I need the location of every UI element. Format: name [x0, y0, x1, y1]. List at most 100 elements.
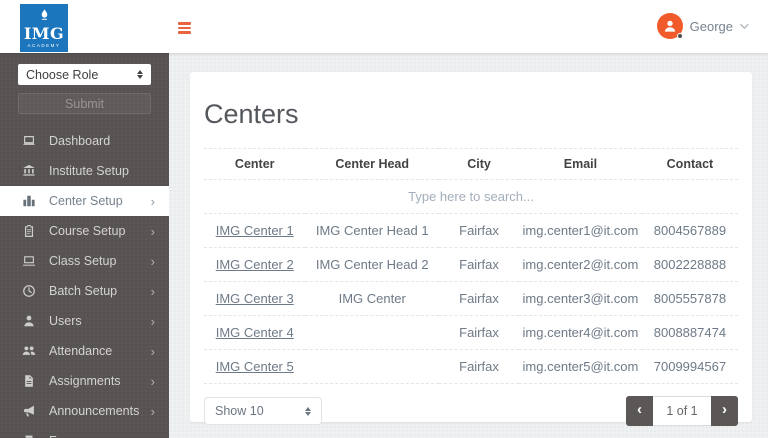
cell-contact: 8005557878 — [642, 282, 738, 316]
sidebar-item-label: Fees — [49, 434, 155, 438]
sidebar-item-label: Attendance — [49, 344, 151, 358]
prev-page-button[interactable]: ‹ — [626, 396, 653, 426]
cell-email: img.center5@it.com — [519, 350, 642, 384]
sidebar-item-label: Class Setup — [49, 254, 151, 268]
attendance-icon — [22, 344, 36, 358]
page-title: Centers — [204, 96, 738, 132]
table-row: IMG Center 5 Fairfaximg.center5@it.com700… — [204, 350, 738, 384]
next-page-button[interactable]: › — [711, 396, 738, 426]
page-indicator: 1 of 1 — [653, 396, 711, 426]
chevron-right-icon: › — [151, 255, 155, 268]
center-link[interactable]: IMG Center 1 — [216, 223, 294, 238]
cell-center-head: IMG Center Head 2 — [305, 248, 439, 282]
column-header-city[interactable]: City — [439, 149, 519, 180]
table-row: IMG Center 3 IMG CenterFairfaximg.center3… — [204, 282, 738, 316]
column-header-email[interactable]: Email — [519, 149, 642, 180]
cell-contact: 8008887474 — [642, 316, 738, 350]
select-arrows-icon — [305, 407, 311, 416]
table-row: IMG Center 1 IMG Center Head 1Fairfaximg.… — [204, 214, 738, 248]
cell-city: Fairfax — [439, 248, 519, 282]
avatar — [657, 13, 683, 39]
cell-email: img.center1@it.com — [519, 214, 642, 248]
chevron-right-icon: › — [151, 225, 155, 238]
user-name: George — [690, 19, 733, 34]
sidebar-item-label: Center Setup — [49, 194, 151, 208]
sidebar-item-batch-setup[interactable]: Batch Setup› — [0, 276, 169, 306]
institute-icon — [22, 164, 36, 178]
batch-icon — [22, 284, 36, 298]
cell-city: Fairfax — [439, 214, 519, 248]
chevron-down-icon — [740, 20, 748, 28]
user-menu[interactable]: George — [657, 13, 746, 39]
cell-contact: 8002228888 — [642, 248, 738, 282]
chevron-right-icon: › — [151, 345, 155, 358]
center-link[interactable]: IMG Center 5 — [216, 359, 294, 374]
sidebar-item-dashboard[interactable]: Dashboard — [0, 126, 169, 156]
chevron-right-icon: › — [151, 195, 155, 208]
chevron-right-icon: › — [151, 315, 155, 328]
column-header-center-head[interactable]: Center Head — [305, 149, 439, 180]
sidebar-item-fees[interactable]: Fees — [0, 426, 169, 438]
cell-email: img.center4@it.com — [519, 316, 642, 350]
table-search-row: Type here to search... — [204, 180, 738, 214]
sidebar-item-label: Batch Setup — [49, 284, 151, 298]
cell-city: Fairfax — [439, 316, 519, 350]
assignments-icon — [22, 374, 36, 388]
sidebar-item-assignments[interactable]: Assignments› — [0, 366, 169, 396]
column-header-contact[interactable]: Contact — [642, 149, 738, 180]
page-size-select[interactable]: Show 10 — [204, 397, 322, 425]
cell-contact: 7009994567 — [642, 350, 738, 384]
role-select-value: Choose Role — [26, 68, 137, 82]
brand-logo[interactable]: IMG ACADEMY — [20, 4, 68, 52]
sidebar-item-label: Dashboard — [49, 134, 155, 148]
sidebar-item-institute-setup[interactable]: Institute Setup — [0, 156, 169, 186]
cell-center-head — [305, 316, 439, 350]
column-header-center[interactable]: Center — [204, 149, 305, 180]
main-content: Centers CenterCenter HeadCityEmailContac… — [169, 53, 768, 438]
sidebar-item-announcements[interactable]: Announcements› — [0, 396, 169, 426]
cell-contact: 8004567889 — [642, 214, 738, 248]
table-row: IMG Center 2 IMG Center Head 2Fairfaximg.… — [204, 248, 738, 282]
chevron-right-icon: › — [151, 375, 155, 388]
cell-email: img.center2@it.com — [519, 248, 642, 282]
center-link[interactable]: IMG Center 4 — [216, 325, 294, 340]
status-dot-icon — [677, 33, 683, 39]
submit-button[interactable]: Submit — [18, 93, 151, 114]
center-link[interactable]: IMG Center 2 — [216, 257, 294, 272]
cell-city: Fairfax — [439, 282, 519, 316]
menu-toggle-icon[interactable] — [178, 22, 191, 36]
announcements-icon — [22, 404, 36, 418]
cell-center-head: IMG Center — [305, 282, 439, 316]
sidebar-item-label: Users — [49, 314, 151, 328]
fees-icon — [22, 434, 36, 438]
course-icon — [22, 224, 36, 238]
centers-table: CenterCenter HeadCityEmailContact Type h… — [204, 148, 738, 384]
brand-name: IMG — [24, 26, 64, 42]
sidebar-item-course-setup[interactable]: Course Setup› — [0, 216, 169, 246]
sidebar-item-label: Course Setup — [49, 224, 151, 238]
sidebar-menu: DashboardInstitute SetupCenter Setup›Cou… — [0, 126, 169, 438]
sidebar-item-label: Announcements — [49, 404, 151, 418]
cell-email: img.center3@it.com — [519, 282, 642, 316]
class-icon — [22, 254, 36, 268]
topbar: IMG ACADEMY George — [0, 0, 768, 53]
cell-center-head — [305, 350, 439, 384]
role-select[interactable]: Choose Role — [18, 64, 151, 85]
chevron-right-icon: › — [151, 405, 155, 418]
sidebar-item-label: Institute Setup — [49, 164, 155, 178]
cell-city: Fairfax — [439, 350, 519, 384]
sidebar-item-attendance[interactable]: Attendance› — [0, 336, 169, 366]
table-footer: Show 10 ‹ 1 of 1 › — [204, 396, 738, 426]
select-arrows-icon — [137, 70, 143, 79]
sidebar: Choose Role Submit Dashboard Institute Se… — [0, 53, 169, 438]
pagination: ‹ 1 of 1 › — [626, 396, 738, 426]
chevron-right-icon: › — [151, 285, 155, 298]
sidebar-item-class-setup[interactable]: Class Setup› — [0, 246, 169, 276]
center-link[interactable]: IMG Center 3 — [216, 291, 294, 306]
sidebar-item-users[interactable]: Users› — [0, 306, 169, 336]
sidebar-item-label: Assignments — [49, 374, 151, 388]
search-input[interactable]: Type here to search... — [204, 180, 738, 214]
brand-subname: ACADEMY — [28, 43, 61, 48]
cell-center-head: IMG Center Head 1 — [305, 214, 439, 248]
sidebar-item-center-setup[interactable]: Center Setup› — [0, 186, 169, 216]
